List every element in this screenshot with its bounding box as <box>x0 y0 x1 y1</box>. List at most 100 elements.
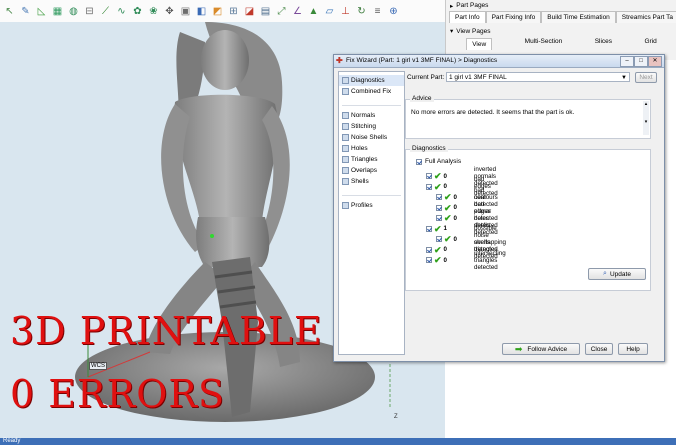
next-button[interactable]: Next <box>635 72 657 83</box>
wcs-label: WCS <box>89 362 107 370</box>
nav-item-combined-fix[interactable]: Combined Fix <box>339 86 404 97</box>
collapse-icon[interactable]: ▾ <box>450 27 453 35</box>
part-pages-header[interactable]: ▸ Part Pages <box>446 0 676 11</box>
diagnostic-count: 0 <box>443 256 447 264</box>
nav-item-triangles[interactable]: Triangles <box>339 154 404 165</box>
nav-item-stitching[interactable]: Stitching <box>339 121 404 132</box>
tab-part-fixing-info[interactable]: Part Fixing Info <box>485 11 542 23</box>
current-part-select[interactable]: 1 girl v1 3MF FINAL ▼ <box>446 72 630 82</box>
rows-icon[interactable]: ≡ <box>370 4 385 19</box>
full-analysis-checkbox[interactable]: Full Analysis <box>416 158 461 165</box>
tab-slices[interactable]: Slices <box>595 38 612 50</box>
cube-icon[interactable]: ▣ <box>178 4 193 19</box>
diagnostic-row: ✔ 0 inverted normals detected <box>426 166 498 187</box>
slash-icon[interactable]: ⟋ <box>98 4 113 19</box>
stitching-icon <box>342 123 349 130</box>
triangle-flag-icon[interactable]: ▲ <box>306 4 321 19</box>
select-icon[interactable]: ↖ <box>2 4 17 19</box>
check-icon: ✔ <box>434 223 442 234</box>
diagnostic-checkbox[interactable] <box>426 173 432 179</box>
normal-icon[interactable]: ⊥ <box>338 4 353 19</box>
check-icon: ✔ <box>434 255 442 265</box>
main-toolbar: ↖ ✎ ◺ ▦ ◍ ⊟ ⟋ ∿ ✿ ❀ ✥ ▣ ◧ ◩ ⊞ ◪ ▤ ⤢ ∠ ▲ ▱ ⊥ ↻ ≡ ⊕ <box>0 0 445 22</box>
advice-scrollbar[interactable]: ▴ ▾ <box>643 101 649 135</box>
nav-item-normals[interactable]: Normals <box>339 110 404 121</box>
checkbox-icon <box>416 158 422 165</box>
cube-mark-icon[interactable]: ⊞ <box>226 4 241 19</box>
holes-icon <box>342 145 349 152</box>
angle-icon[interactable]: ∠ <box>290 4 305 19</box>
grid-icon[interactable]: ▤ <box>258 4 273 19</box>
check-icon: ✔ <box>434 171 442 181</box>
close-button[interactable]: Close <box>585 343 613 355</box>
minimize-button[interactable]: – <box>620 56 634 67</box>
tab-streamics-part[interactable]: Streamics Part Ta <box>615 11 676 23</box>
triangles-icon <box>342 156 349 163</box>
diagnostics-icon <box>342 77 349 84</box>
tab-part-info[interactable]: Part Info <box>449 11 486 23</box>
plane-icon[interactable]: ▱ <box>322 4 337 19</box>
update-button[interactable]: ⌕ Update <box>588 268 646 280</box>
diagnostic-checkbox[interactable] <box>436 194 442 200</box>
noise-shells-icon <box>342 134 349 141</box>
nav-item-diagnostics[interactable]: Diagnostics <box>339 75 404 86</box>
palette-icon[interactable]: ✿ <box>130 4 145 19</box>
refresh-icon[interactable]: ↻ <box>354 4 369 19</box>
view-pages-header[interactable]: ▾ View Pages <box>446 26 676 36</box>
diagnostic-row: ✔ 0 bad edges detected <box>426 176 498 197</box>
arrow-diagonal-icon[interactable]: ⤢ <box>274 4 289 19</box>
tab-grid[interactable]: Grid <box>644 38 656 50</box>
map-icon[interactable]: ▦ <box>50 4 65 19</box>
cube-orange-icon[interactable]: ◩ <box>210 4 225 19</box>
current-part-label: Current Part: <box>407 74 445 81</box>
diagnostic-checkbox[interactable] <box>426 257 432 263</box>
help-button[interactable]: Help <box>618 343 648 355</box>
diagnostic-checkbox[interactable] <box>426 225 432 232</box>
nav-item-noise-shells[interactable]: Noise Shells <box>339 132 404 143</box>
diagnostic-row: ✔ 0 bad contours detected <box>436 187 498 208</box>
follow-advice-button[interactable]: ➡ Follow Advice <box>502 343 580 355</box>
ruler-icon[interactable]: ⊟ <box>82 4 97 19</box>
circle-icon[interactable]: ◍ <box>66 4 81 19</box>
diagnostic-checkbox[interactable] <box>426 183 432 190</box>
overlay-subtitle: 0 ERRORS <box>10 372 226 416</box>
advice-group: Advice No more errors are detected. It s… <box>405 95 651 139</box>
nav-item-shells[interactable]: Shells <box>339 176 404 187</box>
diagnostic-checkbox[interactable] <box>436 204 442 211</box>
check-icon: ✔ <box>444 202 452 213</box>
dialog-titlebar[interactable]: ✚ Fix Wizard (Part: 1 girl v1 3MF FINAL)… <box>334 55 664 68</box>
check-icon: ✔ <box>434 244 442 255</box>
check-icon: ✔ <box>444 213 452 223</box>
nav-item-overlaps[interactable]: Overlaps <box>339 165 404 176</box>
diagnostic-row: ✔ 0 planar holes detected <box>436 208 498 229</box>
cube-red-icon[interactable]: ◪ <box>242 4 257 19</box>
triangle-icon[interactable]: ◺ <box>34 4 49 19</box>
nav-item-profiles[interactable]: Profiles <box>339 200 404 211</box>
green-arrow-icon: ➡ <box>514 343 523 354</box>
check-icon: ✔ <box>444 234 452 244</box>
tab-multi-section[interactable]: Multi-Section <box>525 38 563 50</box>
diagnostic-checkbox[interactable] <box>436 215 442 221</box>
maximize-button[interactable]: □ <box>634 56 648 67</box>
diagnostic-row: ✔ 0 near bad edges detected <box>436 194 498 222</box>
tab-build-time-estimation[interactable]: Build Time Estimation <box>541 11 616 23</box>
fix-wizard-icon: ✚ <box>336 56 343 65</box>
tab-view[interactable]: View <box>466 38 493 50</box>
close-window-button[interactable]: ✕ <box>648 56 662 67</box>
combined-fix-icon <box>342 88 349 95</box>
diagnostic-checkbox[interactable] <box>426 246 432 253</box>
cube-color-icon[interactable]: ◧ <box>194 4 209 19</box>
dialog-title: Fix Wizard (Part: 1 girl v1 3MF FINAL) >… <box>346 57 498 64</box>
zoom-icon[interactable]: ⊕ <box>386 4 401 19</box>
curve-icon[interactable]: ∿ <box>114 4 129 19</box>
advice-label: Advice <box>410 95 434 102</box>
diagnostic-row: ✔ 0 intersecting triangles detected <box>426 250 506 271</box>
diagnostic-checkbox[interactable] <box>436 236 442 242</box>
move-icon[interactable]: ✥ <box>162 4 177 19</box>
flower-icon[interactable]: ❀ <box>146 4 161 19</box>
pencil-icon[interactable]: ✎ <box>18 4 33 19</box>
normals-icon <box>342 112 349 119</box>
expand-icon[interactable]: ▸ <box>450 2 453 10</box>
nav-item-holes[interactable]: Holes <box>339 143 404 154</box>
diagnostic-row: ✔ 0 possible noise shells detected <box>436 225 498 253</box>
